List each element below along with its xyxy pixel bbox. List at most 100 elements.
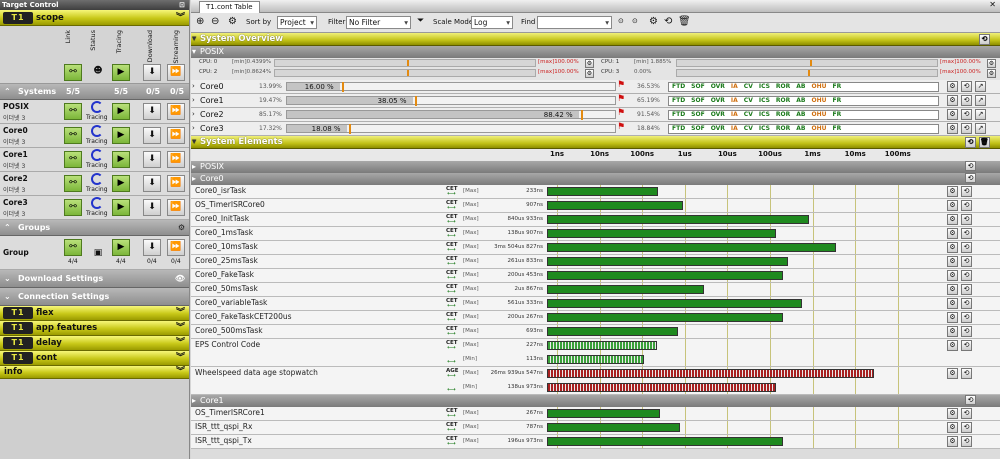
chevron-right-icon[interactable]: › — [192, 96, 195, 104]
plugin-2-header[interactable]: T1 delay ︾ — [0, 336, 189, 351]
reset-icon[interactable]: ⟲ — [664, 16, 672, 27]
chevron-icon[interactable]: ▸ — [192, 395, 196, 407]
element-settings-button[interactable]: ⚙ — [947, 368, 958, 379]
download-button[interactable]: ⬇ — [143, 103, 161, 120]
tracing-button[interactable]: ▶ — [112, 199, 130, 216]
reset-icon[interactable]: ⟲ — [965, 137, 976, 148]
settings-icon[interactable]: ⚙ — [228, 16, 237, 27]
plugin-1-header[interactable]: T1 app features ︾ — [0, 321, 189, 336]
streaming-button[interactable]: ⏩ — [167, 103, 185, 120]
core-chart-button[interactable]: ↗ — [975, 109, 986, 120]
link-button[interactable]: ⚯ — [64, 151, 82, 168]
download-button[interactable]: ⬇ — [143, 175, 161, 192]
groups-section-header[interactable]: ⌃ Groups ⚙ — [0, 220, 189, 236]
reset-icon[interactable]: ⟲ — [965, 173, 976, 183]
element-settings-button[interactable]: ⚙ — [947, 312, 958, 323]
element-reset-button[interactable]: ⟲ — [961, 200, 972, 211]
posix-group-header[interactable]: ▸ POSIX ⟲ — [191, 161, 1000, 173]
core1-group-header[interactable]: ▸ Core1 ⟲ — [191, 395, 1000, 407]
core-reset-button[interactable]: ⟲ — [961, 81, 972, 92]
link-button[interactable]: ⚯ — [64, 127, 82, 144]
cpu-settings-button[interactable]: ⚙ — [987, 59, 996, 68]
core-chart-button[interactable]: ↗ — [975, 81, 986, 92]
element-reset-button[interactable]: ⟲ — [961, 228, 972, 239]
core-settings-button[interactable]: ⚙ — [947, 95, 958, 106]
systems-section-header[interactable]: ⌃ Systems 5/5 5/5 0/5 0/5 — [0, 84, 189, 100]
prev-icon[interactable]: ⊙ — [618, 17, 624, 25]
scope-header[interactable]: T1 scope ︾ — [0, 10, 189, 26]
close-icon[interactable]: ✕ — [989, 0, 996, 9]
core-chart-button[interactable]: ↗ — [975, 123, 986, 134]
element-reset-button[interactable]: ⟲ — [961, 326, 972, 337]
element-reset-button[interactable]: ⟲ — [961, 256, 972, 267]
chevron-down-icon[interactable]: ︾ — [176, 336, 185, 351]
group-streaming-button[interactable]: ⏩ — [167, 239, 185, 256]
chevron-down-icon[interactable]: ⌄ — [4, 270, 11, 288]
element-reset-button[interactable]: ⟲ — [961, 298, 972, 309]
find-input[interactable] — [537, 16, 612, 29]
download-all-button[interactable]: ⬇ — [143, 64, 161, 81]
streaming-all-button[interactable]: ⏩ — [167, 64, 185, 81]
gear-icon[interactable]: ⚙ — [649, 16, 658, 27]
filter-select[interactable]: No Filter — [346, 16, 411, 29]
link-button[interactable]: ⚯ — [64, 103, 82, 120]
core-settings-button[interactable]: ⚙ — [947, 123, 958, 134]
element-settings-button[interactable]: ⚙ — [947, 228, 958, 239]
element-settings-button[interactable]: ⚙ — [947, 422, 958, 433]
cpu-settings-button[interactable]: ⚙ — [987, 69, 996, 78]
chevron-up-icon[interactable]: ⌃ — [4, 220, 11, 236]
posix-overview-header[interactable]: ▾ POSIX — [191, 46, 1000, 58]
add-icon[interactable]: ⊕ — [196, 16, 204, 27]
scale-mode-select[interactable]: Log — [471, 16, 513, 29]
element-reset-button[interactable]: ⟲ — [961, 186, 972, 197]
streaming-button[interactable]: ⏩ — [167, 127, 185, 144]
sort-select[interactable]: Project — [277, 16, 317, 29]
chevron-right-icon[interactable]: › — [192, 110, 195, 118]
download-button[interactable]: ⬇ — [143, 151, 161, 168]
cpu-settings-button[interactable]: ⚙ — [585, 59, 594, 68]
download-button[interactable]: ⬇ — [143, 127, 161, 144]
core-settings-button[interactable]: ⚙ — [947, 81, 958, 92]
group-download-button[interactable]: ⬇ — [143, 239, 161, 256]
element-reset-button[interactable]: ⟲ — [961, 214, 972, 225]
element-settings-button[interactable]: ⚙ — [947, 408, 958, 419]
element-settings-button[interactable]: ⚙ — [947, 284, 958, 295]
chevron-down-icon[interactable]: ▾ — [192, 136, 196, 149]
tracing-button[interactable]: ▶ — [112, 127, 130, 144]
core-chart-button[interactable]: ↗ — [975, 95, 986, 106]
pin-icon[interactable]: ⊡ — [179, 0, 185, 10]
element-settings-button[interactable]: ⚙ — [947, 242, 958, 253]
tracing-button[interactable]: ▶ — [112, 175, 130, 192]
chevron-down-icon[interactable]: ⌄ — [4, 288, 11, 306]
download-settings-header[interactable]: ⌄ Download Settings 👁 — [0, 270, 189, 288]
system-elements-header[interactable]: ▾ System Elements ⟲ 🗑 — [191, 136, 1000, 149]
reset-icon[interactable]: ⟲ — [979, 34, 990, 45]
core-reset-button[interactable]: ⟲ — [961, 95, 972, 106]
streaming-button[interactable]: ⏩ — [167, 151, 185, 168]
element-settings-button[interactable]: ⚙ — [947, 340, 958, 351]
element-reset-button[interactable]: ⟲ — [961, 284, 972, 295]
tracing-button[interactable]: ▶ — [112, 103, 130, 120]
reset-icon[interactable]: ⟲ — [965, 161, 976, 171]
eye-icon[interactable]: 👁 — [175, 270, 185, 288]
chevron-up-icon[interactable]: ⌃ — [4, 84, 11, 100]
chevron-down-icon[interactable]: ︾ — [176, 321, 185, 336]
streaming-button[interactable]: ⏩ — [167, 199, 185, 216]
streaming-button[interactable]: ⏩ — [167, 175, 185, 192]
element-reset-button[interactable]: ⟲ — [961, 368, 972, 379]
info-header[interactable]: info ︾ — [0, 366, 189, 379]
element-reset-button[interactable]: ⟲ — [961, 422, 972, 433]
chevron-right-icon[interactable]: › — [192, 82, 195, 90]
trash-icon[interactable]: 🗑 — [979, 137, 990, 148]
next-icon[interactable]: ⊙ — [632, 17, 638, 25]
core0-group-header[interactable]: ▸ Core0 ⟲ — [191, 173, 1000, 185]
reset-icon[interactable]: ⟲ — [965, 395, 976, 405]
trash-icon[interactable]: 🗑 — [678, 16, 691, 27]
chevron-down-icon[interactable]: ︾ — [176, 306, 185, 321]
element-reset-button[interactable]: ⟲ — [961, 270, 972, 281]
tracing-button[interactable]: ▶ — [112, 151, 130, 168]
element-settings-button[interactable]: ⚙ — [947, 214, 958, 225]
element-settings-button[interactable]: ⚙ — [947, 326, 958, 337]
tab-cont-table[interactable]: T1.cont Table — [199, 1, 260, 13]
download-button[interactable]: ⬇ — [143, 199, 161, 216]
